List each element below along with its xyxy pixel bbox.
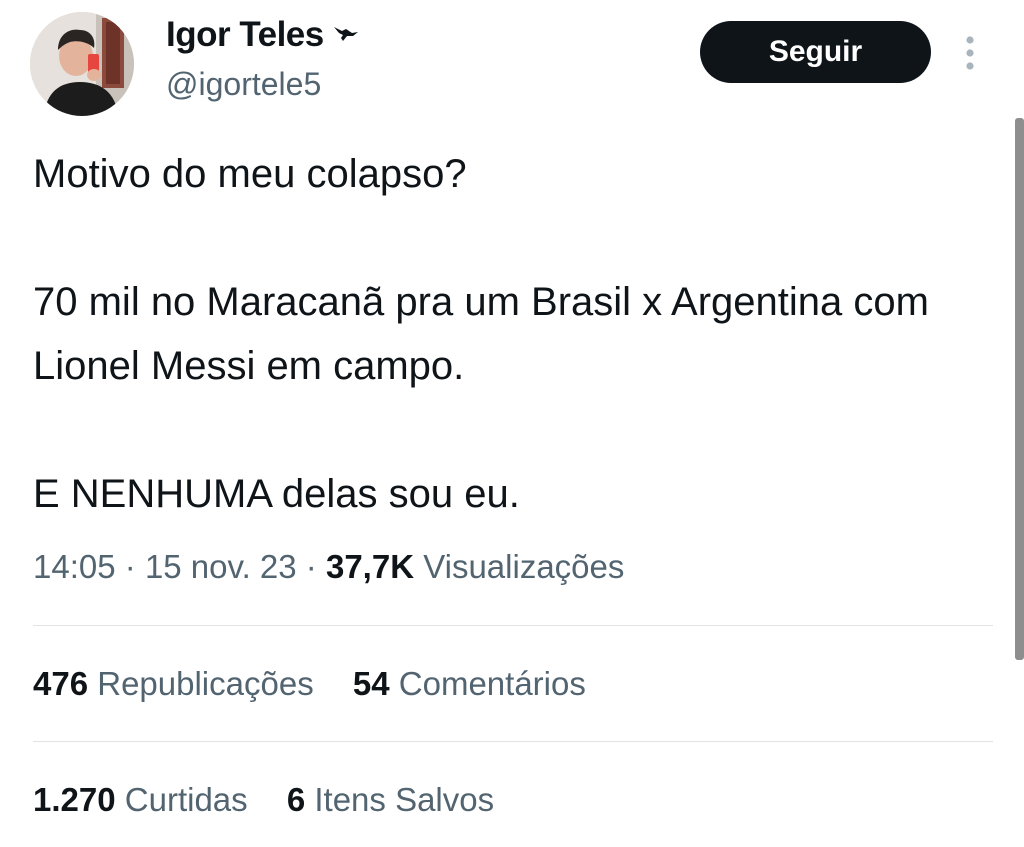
vertical-dots-icon[interactable]	[958, 34, 982, 74]
comments-stat[interactable]: 54 Comentários	[353, 665, 586, 703]
likes-label: Curtidas	[124, 781, 248, 818]
author-handle[interactable]: @igortele5	[166, 66, 321, 103]
avatar[interactable]	[30, 12, 134, 116]
tweet-text: Motivo do meu colapso? 70 mil no Maracan…	[33, 142, 993, 526]
author-name[interactable]: Igor Teles	[166, 15, 324, 54]
follow-button[interactable]: Seguir	[700, 21, 931, 83]
divider	[33, 625, 993, 626]
meta-separator: ·	[124, 548, 136, 585]
tweet-paragraph: 70 mil no Maracanã pra um Brasil x Argen…	[33, 280, 929, 388]
tweet-paragraph: Motivo do meu colapso?	[33, 152, 467, 196]
tweet-meta: 14:05 · 15 nov. 23 · 37,7K Visualizações	[33, 548, 624, 586]
stats-row: 1.270 Curtidas 6 Itens Salvos	[33, 781, 524, 819]
scrollbar[interactable]	[1015, 118, 1024, 660]
reposts-count: 476	[33, 665, 89, 702]
stats-row: 476 Republicações 54 Comentários	[33, 665, 616, 703]
avatar-image	[30, 12, 134, 116]
likes-stat[interactable]: 1.270 Curtidas	[33, 781, 248, 819]
bookmarks-label: Itens Salvos	[314, 781, 495, 818]
views-count: 37,7K	[325, 548, 415, 585]
tweet-time[interactable]: 14:05	[33, 548, 116, 585]
bookmarks-count: 6	[286, 781, 306, 818]
tweet-paragraph: E NENHUMA delas sou eu.	[33, 472, 520, 516]
comments-count: 54	[352, 665, 390, 702]
hummingbird-icon	[332, 14, 360, 54]
divider	[33, 741, 993, 742]
reposts-label: Republicações	[97, 665, 314, 702]
likes-count: 1.270	[33, 781, 116, 818]
comments-label: Comentários	[398, 665, 586, 702]
meta-separator: ·	[305, 548, 317, 585]
reposts-stat[interactable]: 476 Republicações	[33, 665, 314, 703]
bookmarks-stat[interactable]: 6 Itens Salvos	[287, 781, 494, 819]
tweet-header: Igor Teles @igortele5 Seguir	[0, 0, 1024, 120]
views-label: Visualizações	[423, 548, 625, 585]
tweet-date[interactable]: 15 nov. 23	[145, 548, 297, 585]
author-name-row[interactable]: Igor Teles	[166, 15, 360, 55]
